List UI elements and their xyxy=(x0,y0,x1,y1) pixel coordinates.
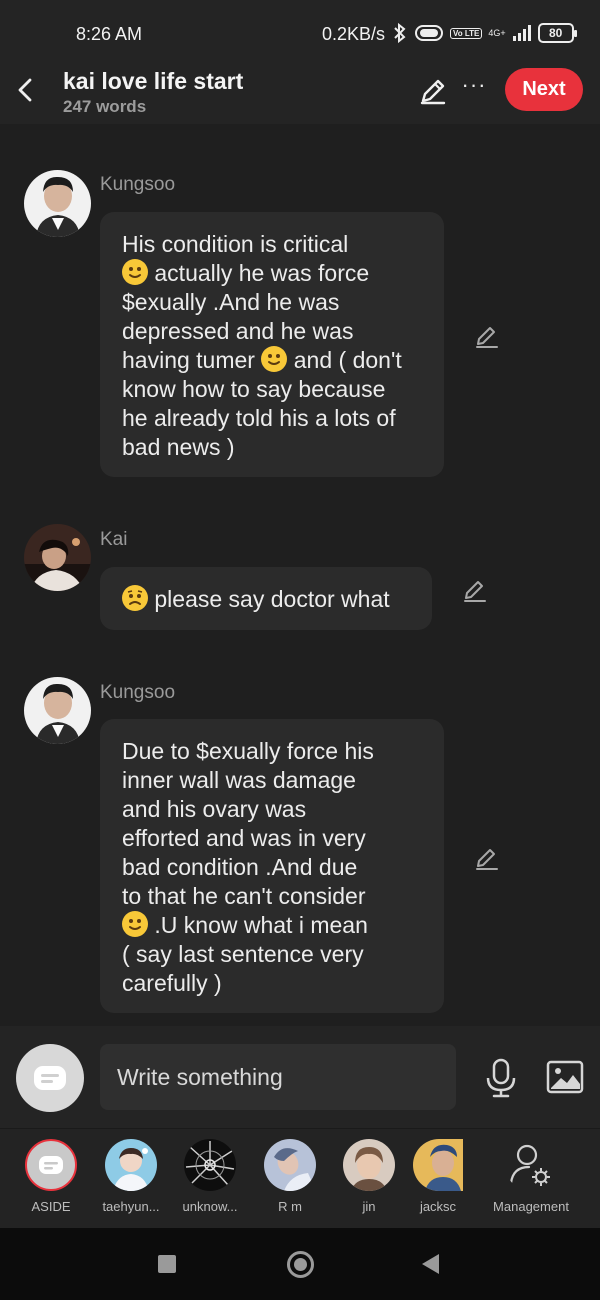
next-button[interactable]: Next xyxy=(505,68,583,111)
character-rm[interactable]: R m xyxy=(255,1139,325,1225)
avatar-rm-icon xyxy=(264,1139,316,1191)
edit-pencil-icon[interactable] xyxy=(418,76,448,106)
character-label: taehyun... xyxy=(102,1199,160,1214)
slight-smile-emoji-icon xyxy=(122,911,148,937)
message-line: Due to $exually force his xyxy=(122,738,374,764)
volte-icon: Vo LTE xyxy=(450,27,483,39)
aside-toggle-button[interactable] xyxy=(16,1044,84,1112)
message-line: he already told his a lots of xyxy=(122,405,396,431)
character-label: ASIDE xyxy=(31,1199,71,1214)
avatar-taehyun-icon xyxy=(105,1139,157,1191)
write-something-input[interactable] xyxy=(100,1044,456,1110)
image-icon[interactable] xyxy=(546,1060,584,1094)
more-options-button[interactable]: ··· xyxy=(460,72,488,102)
aside-avatar xyxy=(25,1139,77,1191)
message-line: actually he was force xyxy=(148,260,370,286)
composer-bar xyxy=(0,1026,600,1128)
message-bubble[interactable]: please say doctor what xyxy=(100,567,432,630)
character-jackson[interactable]: jacksc xyxy=(413,1139,463,1225)
management-avatar xyxy=(505,1139,557,1191)
avatar[interactable] xyxy=(24,524,91,591)
slight-smile-emoji-icon xyxy=(261,346,288,372)
character-label: jin xyxy=(362,1199,376,1214)
speaker-name: Kungsoo xyxy=(100,682,176,703)
character-taehyun[interactable]: taehyun... xyxy=(96,1139,166,1225)
message-line: depressed and he was xyxy=(122,318,354,344)
slight-smile-emoji-icon xyxy=(122,259,148,285)
avatar-kungsoo-icon xyxy=(24,677,91,744)
recents-icon[interactable] xyxy=(158,1255,176,1273)
message-line: inner wall was damage xyxy=(122,767,356,793)
avatar xyxy=(184,1139,236,1191)
character-aside[interactable]: ASIDE xyxy=(16,1139,86,1225)
message-line: efforted and was in very xyxy=(122,825,366,851)
message-line: bad condition .And due xyxy=(122,854,358,880)
character-jin[interactable]: jin xyxy=(334,1139,404,1225)
message-line: having tumer xyxy=(122,347,262,373)
edit-message-pencil-icon[interactable] xyxy=(474,846,500,872)
edit-message-pencil-icon[interactable] xyxy=(474,324,500,350)
battery-icon: 80 xyxy=(537,23,577,43)
character-management[interactable]: Management xyxy=(488,1139,574,1225)
message-line: and his ovary was xyxy=(122,796,307,822)
avatar xyxy=(105,1139,157,1191)
speaker-name: Kai xyxy=(100,529,128,550)
speaker-name: Kungsoo xyxy=(100,174,176,195)
status-time: 8:26 AM xyxy=(76,24,143,44)
avatar[interactable] xyxy=(24,677,91,744)
message-line: .U know what i mean xyxy=(148,912,368,938)
word-count: 247 words xyxy=(63,97,147,116)
system-navigation-bar xyxy=(0,1228,600,1300)
message-bubble[interactable]: His condition is critical actually he wa… xyxy=(100,212,444,477)
signal-icon xyxy=(512,25,531,41)
message-line: to that he can't consider xyxy=(122,883,366,909)
edit-message-pencil-icon[interactable] xyxy=(462,578,488,604)
message-line: bad news ) xyxy=(122,434,235,460)
message-feed[interactable]: Kungsoo His condition is critical actual… xyxy=(0,124,600,1026)
avatar-jin-icon xyxy=(343,1139,395,1191)
status-icons: Vo LTE 4G+ 80 xyxy=(392,22,577,44)
character-unknown[interactable]: unknow... xyxy=(175,1139,245,1225)
worried-face-emoji-icon xyxy=(122,585,148,611)
avatar-kungsoo-icon xyxy=(24,170,91,237)
network-type: 4G+ xyxy=(488,27,506,38)
message-line: and ( don't xyxy=(287,347,402,373)
bluetooth-icon xyxy=(394,22,406,44)
message-line: ( say last sentence very xyxy=(122,941,364,967)
avatar xyxy=(343,1139,395,1191)
back-arrow-icon[interactable] xyxy=(14,76,38,104)
avatar xyxy=(264,1139,316,1191)
message-line: His condition is critical xyxy=(122,231,349,257)
back-triangle-icon[interactable] xyxy=(422,1254,439,1274)
avatar xyxy=(413,1139,463,1191)
home-icon[interactable] xyxy=(287,1251,314,1278)
message-line: carefully ) xyxy=(122,970,222,996)
character-label: R m xyxy=(278,1199,302,1214)
network-speed: 0.2KB/s xyxy=(322,24,386,44)
avatar-jackson-icon xyxy=(413,1139,463,1191)
story-header: kai love life start 247 words ··· Next xyxy=(0,68,600,124)
message-bubble[interactable]: Due to $exually force his inner wall was… xyxy=(100,719,444,1013)
hotspot-icon xyxy=(415,25,443,41)
message-line: please say doctor what xyxy=(148,586,390,612)
character-label: unknow... xyxy=(182,1199,238,1214)
avatar-unknown-icon xyxy=(184,1139,236,1191)
character-bar: ASIDE taehyun... unknow... R m jin jacks… xyxy=(0,1128,600,1228)
chat-bubble-icon xyxy=(39,1156,63,1174)
avatar-kai-icon xyxy=(24,524,91,591)
message-line: $exually .And he was xyxy=(122,289,340,315)
chat-bubble-icon xyxy=(34,1066,66,1090)
status-bar: 8:26 AM 0.2KB/s Vo LTE 4G+ 80 xyxy=(0,0,600,68)
microphone-icon[interactable] xyxy=(484,1058,518,1098)
avatar[interactable] xyxy=(24,170,91,237)
story-title: kai love life start xyxy=(63,68,244,94)
character-label: Management xyxy=(493,1199,569,1214)
character-label: jacksc xyxy=(419,1199,457,1214)
message-line: know how to say because xyxy=(122,376,386,402)
user-settings-icon xyxy=(509,1144,550,1186)
